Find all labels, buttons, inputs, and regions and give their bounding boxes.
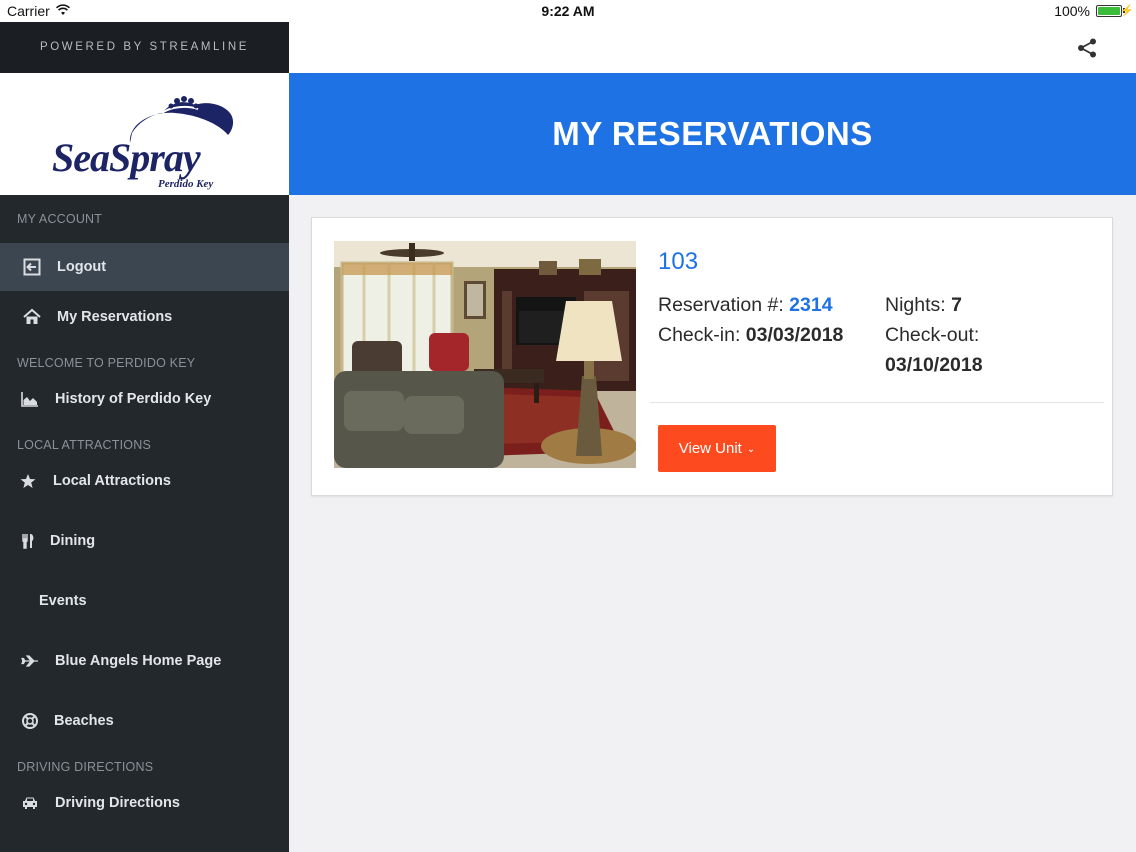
plane-icon [20,651,40,671]
sidebar-item-label: Events [39,593,87,609]
reservation-card: 103 Reservation #: 2314 Nights: 7 Check-… [311,217,1113,496]
sidebar-item-blue-angels[interactable]: Blue Angels Home Page [0,637,289,685]
status-bar: Carrier 9:22 AM 100% ⚡ [0,0,1136,22]
nights-value: 7 [951,294,962,316]
check-out: Check-out: [885,324,979,347]
sidebar-item-label: My Reservations [57,309,173,325]
logo-area[interactable]: SeaSpray Perdido Key [0,73,289,195]
check-out-label: Check-out: [885,324,980,346]
sidebar-item-label: History of Perdido Key [55,391,212,407]
check-out-value: 03/10/2018 [885,354,983,376]
sidebar-item-label: Driving Directions [55,795,180,811]
sidebar-item-my-reservations[interactable]: My Reservations [0,293,289,341]
cutlery-icon [18,531,38,551]
battery-percent: 100% [1054,3,1090,19]
reservation-number-value[interactable]: 2314 [789,294,832,316]
sidebar-item-label: Beaches [54,713,114,729]
top-bar [289,22,1136,73]
share-icon[interactable] [1076,37,1098,59]
chevron-down-icon: ⌄ [746,444,756,455]
sidebar-item-label: Local Attractions [53,473,171,489]
nights-label: Nights: [885,294,946,316]
nights: Nights: 7 [885,294,962,317]
svg-text:SeaSpray: SeaSpray [52,135,201,180]
car-icon [20,793,40,813]
section-my-account: MY ACCOUNT [17,212,103,226]
sidebar-item-history[interactable]: History of Perdido Key [0,375,289,423]
section-welcome: WELCOME TO PERDIDO KEY [17,356,196,370]
check-out-date: 03/10/2018 [885,354,983,377]
sidebar-item-beaches[interactable]: Beaches [0,697,289,745]
powered-by-banner: POWERED BY STREAMLINE [0,22,289,73]
section-local-attractions: LOCAL ATTRACTIONS [17,438,151,452]
sidebar-item-events[interactable]: Events [0,577,289,625]
area-chart-icon [20,389,40,409]
svg-text:Perdido Key: Perdido Key [158,178,213,190]
unit-name[interactable]: 103 [658,248,698,276]
sidebar-item-label: Blue Angels Home Page [55,653,222,669]
reservation-number-label: Reservation #: [658,294,784,316]
sidebar: POWERED BY STREAMLINE SeaSpray Perdido K… [0,22,289,852]
unit-photo[interactable] [334,241,636,468]
life-ring-icon [20,711,40,731]
section-driving-directions: DRIVING DIRECTIONS [17,760,154,774]
page-title: MY RESERVATIONS [552,115,873,152]
view-unit-label: View Unit [678,440,742,457]
reservation-number: Reservation #: 2314 [658,294,833,317]
check-in-value: 03/03/2018 [745,324,844,346]
star-icon [18,471,38,491]
sidebar-item-dining[interactable]: Dining [0,517,289,565]
charging-icon: ⚡ [1120,5,1134,17]
logout-icon [22,257,42,277]
clock: 9:22 AM [541,3,595,19]
sidebar-item-logout[interactable]: Logout [0,243,289,291]
check-in: Check-in: 03/03/2018 [658,324,843,347]
view-unit-button[interactable]: View Unit ⌄ [658,425,776,472]
sidebar-item-driving-directions[interactable]: Driving Directions [0,779,289,827]
divider [650,402,1104,403]
battery-icon [1096,5,1122,17]
sidebar-item-local-attractions[interactable]: Local Attractions [0,457,289,505]
sidebar-item-label: Logout [57,259,107,275]
home-icon [22,307,42,327]
check-in-label: Check-in: [658,324,741,346]
seaspray-logo: SeaSpray Perdido Key [52,96,234,190]
sidebar-item-label: Dining [50,533,96,549]
page-banner: MY RESERVATIONS [289,73,1136,195]
